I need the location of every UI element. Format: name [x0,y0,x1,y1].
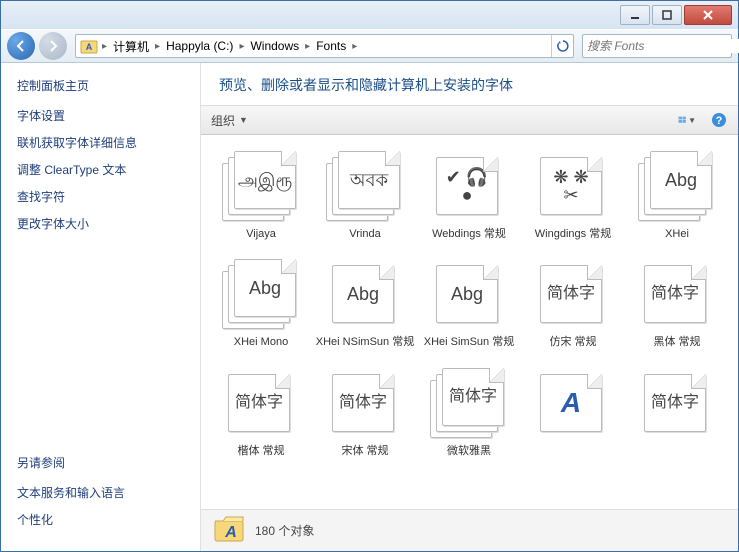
view-options-button[interactable]: ▼ [678,111,696,129]
font-item[interactable]: 简体字宋体 常规 [315,368,415,458]
font-grid: 安装成功的字体 அஇரூVijayaঅবকVrinda✔ 🎧 ●Webdings… [201,135,738,509]
status-bar: A 180 个对象 [201,509,738,551]
font-sample: A [557,389,585,417]
svg-text:A: A [86,42,93,52]
font-label: XHei NSimSun 常规 [315,335,415,349]
font-item[interactable]: Abg XHei NSimSun 常规 [315,259,415,349]
page-title: 预览、删除或者显示和隐藏计算机上安装的字体 [219,75,720,95]
font-item[interactable]: 简体字黑体 常规 [627,259,727,349]
font-label: XHei [627,227,727,241]
breadcrumb-segment[interactable]: Happyla (C:) [162,39,237,53]
chevron-right-icon: ▸ [153,41,162,52]
font-item[interactable]: ✔ 🎧 ● Webdings 常规 [419,151,519,241]
sidebar-heading-also: 另请参阅 [17,454,184,471]
font-label: XHei SimSun 常规 [419,335,519,349]
sidebar-link[interactable]: 文本服务和输入语言 [17,479,184,506]
font-sample: Abg [343,285,383,303]
font-item[interactable]: 简体字楷体 常规 [211,368,311,458]
sidebar-link[interactable]: 字体设置 [17,102,184,129]
main-content: 预览、删除或者显示和隐藏计算机上安装的字体 组织 ▼ ▼ ? [201,63,738,551]
font-sample: 简体字 [647,395,703,411]
breadcrumb-segment[interactable]: 计算机 [109,38,153,55]
font-item[interactable]: அஇரூ Vijaya [211,151,311,241]
font-sample: ✔ 🎧 ● [437,168,497,204]
search-input[interactable] [587,39,739,53]
font-item[interactable]: Abg XHei [627,151,727,241]
font-sample: 简体字 [231,395,287,411]
font-item[interactable]: 简体字仿宋 常规 [523,259,623,349]
font-label: 黑体 常规 [627,335,727,349]
chevron-right-icon: ▸ [237,41,246,52]
font-sample: அஇரூ [234,171,296,189]
close-button[interactable] [684,5,732,25]
toolbar: 组织 ▼ ▼ ? [201,105,738,135]
chevron-down-icon: ▼ [239,115,248,125]
font-item[interactable]: অবক Vrinda [315,151,415,241]
font-label: 仿宋 常规 [523,335,623,349]
minimize-button[interactable] [620,5,650,25]
status-count: 180 个对象 [255,522,314,539]
forward-button[interactable] [39,32,67,60]
font-label: XHei Mono [211,335,311,349]
font-sample: 简体字 [647,286,703,302]
fonts-folder-icon: A [78,36,100,56]
svg-text:A: A [224,524,237,541]
sidebar-heading-main: 控制面板主页 [17,77,184,94]
sidebar-link[interactable]: 个性化 [17,506,184,533]
breadcrumb-segment[interactable]: Fonts [312,39,350,53]
font-label: 微软雅黑 [419,444,519,458]
address-bar[interactable]: A ▸ 计算机▸Happyla (C:)▸Windows▸Fonts▸ [75,34,574,58]
chevron-right-icon: ▸ [350,41,359,52]
title-bar [1,1,738,29]
nav-bar: A ▸ 计算机▸Happyla (C:)▸Windows▸Fonts▸ [1,29,738,63]
font-item[interactable]: ❋ ❋ ✂ Wingdings 常规 [523,151,623,241]
font-label: Vrinda [315,227,415,241]
fonts-folder-icon: A [213,515,245,547]
font-sample: Abg [447,285,487,303]
back-button[interactable] [7,32,35,60]
help-button[interactable]: ? [710,111,728,129]
breadcrumb-segment[interactable]: Windows [246,39,303,53]
font-sample: 简体字 [445,389,501,405]
font-sample: অবক [346,171,392,189]
chevron-right-icon: ▸ [303,41,312,52]
sidebar-link[interactable]: 更改字体大小 [17,210,184,237]
refresh-button[interactable] [551,35,573,57]
font-sample: Abg [245,279,285,297]
font-label: Wingdings 常规 [523,227,623,241]
font-sample: ❋ ❋ ✂ [541,168,601,204]
font-label: 楷体 常规 [211,444,311,458]
organize-button[interactable]: 组织 ▼ [211,112,248,129]
font-item[interactable]: 简体字 [627,368,727,458]
sidebar-link[interactable]: 调整 ClearType 文本 [17,156,184,183]
font-label: Webdings 常规 [419,227,519,241]
font-label: Vijaya [211,227,311,241]
sidebar-link[interactable]: 查找字符 [17,183,184,210]
font-sample: 简体字 [335,395,391,411]
font-item[interactable]: Abg XHei Mono [211,259,311,349]
font-item[interactable]: Abg XHei SimSun 常规 [419,259,519,349]
search-box[interactable] [582,34,732,58]
font-sample: Abg [661,171,701,189]
font-item[interactable]: 简体字微软雅黑 [419,368,519,458]
svg-text:?: ? [716,115,723,127]
font-sample: 简体字 [543,286,599,302]
sidebar-link[interactable]: 联机获取字体详细信息 [17,129,184,156]
font-label: 宋体 常规 [315,444,415,458]
maximize-button[interactable] [652,5,682,25]
sidebar: 控制面板主页 字体设置联机获取字体详细信息调整 ClearType 文本查找字符… [1,63,201,551]
font-item[interactable]: A [523,368,623,458]
chevron-right-icon: ▸ [100,41,109,52]
